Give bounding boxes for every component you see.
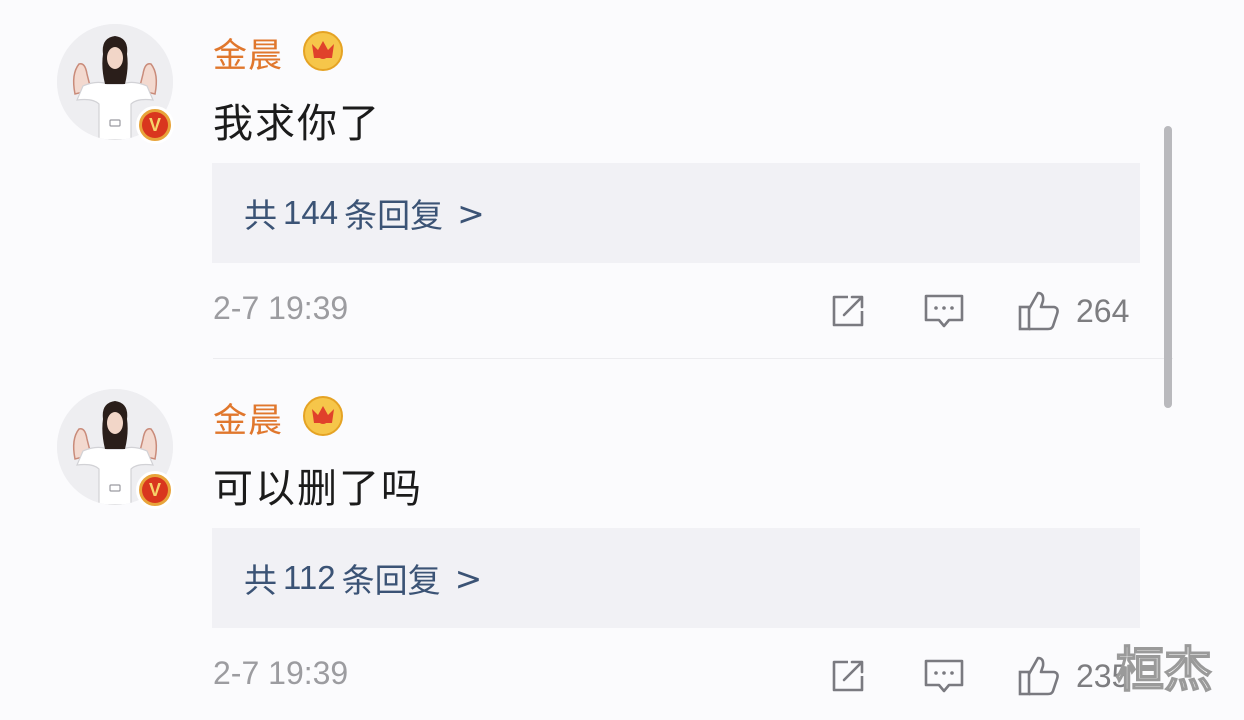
replies-prefix: 共	[244, 196, 277, 235]
divider	[213, 358, 1173, 359]
scrollbar[interactable]	[1164, 126, 1172, 408]
verified-v-badge-icon: V	[136, 106, 174, 144]
avatar[interactable]: V	[57, 389, 174, 509]
comment-button[interactable]	[922, 288, 966, 334]
share-icon	[832, 660, 864, 692]
avatar[interactable]: V	[57, 24, 174, 144]
view-replies-button[interactable]: 共 144 条回复 >	[212, 163, 1140, 263]
replies-suffix: 条回复	[341, 561, 441, 600]
like-button[interactable]: 235	[1016, 653, 1129, 699]
replies-count: 112	[283, 559, 336, 596]
chevron-right-icon: >	[454, 558, 483, 598]
share-button[interactable]	[828, 288, 868, 334]
comment-text: 我求你了	[213, 101, 381, 147]
replies-suffix: 条回复	[344, 196, 444, 235]
comment-icon	[924, 659, 964, 693]
like-count: 264	[1076, 292, 1130, 329]
like-button[interactable]: 264	[1016, 288, 1129, 334]
watermark: 桓杰	[1115, 641, 1213, 699]
comment-timestamp: 2-7 19:39	[213, 655, 349, 691]
comment-item: V 金晨 可以删了吗 共 112 条回复 > 2-7 19:39 235	[0, 365, 1244, 720]
thumbs-up-icon	[1018, 291, 1059, 331]
comment-item: V 金晨 我求你了 共 144 条回复 > 2-7 19:39 264	[0, 0, 1244, 365]
share-button[interactable]	[828, 653, 868, 699]
comment-timestamp: 2-7 19:39	[213, 290, 349, 326]
verified-letter: V	[142, 477, 168, 503]
username[interactable]: 金晨	[213, 28, 283, 77]
verified-v-badge-icon: V	[136, 471, 174, 509]
crown-vip-icon	[303, 396, 343, 436]
replies-count: 144	[283, 194, 339, 231]
view-replies-button[interactable]: 共 112 条回复 >	[212, 528, 1140, 628]
thumbs-up-icon	[1018, 656, 1059, 696]
comment-icon	[924, 294, 964, 328]
comment-button[interactable]	[922, 653, 966, 699]
verified-letter: V	[142, 112, 168, 138]
chevron-right-icon: >	[457, 193, 485, 233]
username[interactable]: 金晨	[213, 393, 283, 442]
share-icon	[832, 295, 864, 327]
crown-vip-icon	[303, 31, 343, 71]
comment-text: 可以删了吗	[213, 466, 423, 512]
replies-prefix: 共	[244, 561, 277, 600]
